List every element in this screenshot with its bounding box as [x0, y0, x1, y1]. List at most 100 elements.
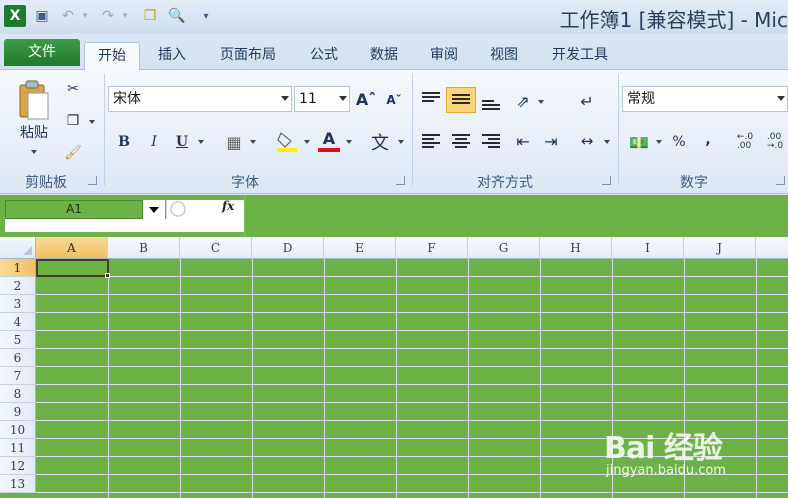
tab-view[interactable]: 视图 [482, 42, 526, 70]
increase-indent-icon[interactable]: ⇥ [540, 130, 562, 152]
row-header-1[interactable]: 1 [0, 259, 36, 277]
column-header-B[interactable]: B [108, 237, 180, 259]
formula-input[interactable] [244, 195, 788, 237]
decrease-indent-icon[interactable]: ⇤ [512, 130, 534, 152]
number-format-select[interactable]: 常规 [622, 86, 788, 112]
chevron-down-icon [281, 96, 289, 101]
row-header-9[interactable]: 9 [0, 403, 36, 421]
cut-icon[interactable]: ✂ [62, 78, 84, 100]
font-color-dropdown-icon[interactable] [346, 140, 352, 144]
paste-dropdown-icon[interactable] [31, 150, 37, 154]
redo-icon[interactable]: ↷ [98, 5, 118, 27]
row-header-6[interactable]: 6 [0, 349, 36, 367]
alignment-group-label: 对齐方式 [477, 175, 533, 191]
merge-dropdown-icon[interactable] [604, 140, 610, 144]
clipboard-launcher-icon[interactable] [88, 176, 97, 185]
tab-home[interactable]: 开始 [84, 42, 140, 71]
column-header-E[interactable]: E [324, 237, 396, 259]
orientation-dropdown-icon[interactable] [538, 100, 544, 104]
font-launcher-icon[interactable] [396, 176, 405, 185]
insert-function-button[interactable]: fx [222, 199, 234, 213]
align-middle-button[interactable] [446, 87, 476, 113]
tab-insert[interactable]: 插入 [150, 42, 194, 70]
alignment-launcher-icon[interactable] [602, 176, 611, 185]
phonetic-dropdown-icon[interactable] [398, 140, 404, 144]
increase-decimal-button[interactable]: ←.0 .00 [732, 130, 758, 154]
cancel-formula-icon[interactable] [169, 200, 187, 218]
tab-page-layout[interactable]: 页面布局 [210, 42, 286, 70]
bold-button[interactable]: B [114, 132, 134, 152]
borders-dropdown-icon[interactable] [250, 140, 256, 144]
borders-icon[interactable]: ▦ [222, 132, 246, 152]
undo-icon[interactable]: ↶ [58, 5, 78, 27]
italic-button[interactable]: I [144, 132, 164, 152]
column-header-C[interactable]: C [180, 237, 252, 259]
tab-data[interactable]: 数据 [362, 42, 406, 70]
fill-color-button[interactable] [274, 128, 300, 154]
font-size-select[interactable]: 11 [294, 86, 350, 112]
underline-dropdown-icon[interactable] [198, 140, 204, 144]
row-header-5[interactable]: 5 [0, 331, 36, 349]
comma-button[interactable]: , [698, 128, 718, 152]
tab-developer[interactable]: 开发工具 [542, 42, 618, 70]
column-header-D[interactable]: D [252, 237, 324, 259]
align-bottom-icon[interactable] [482, 100, 500, 112]
tab-formulas[interactable]: 公式 [302, 42, 346, 70]
format-painter-icon[interactable]: 🖌 [62, 142, 84, 164]
number-group-label: 数字 [680, 175, 708, 191]
column-header-F[interactable]: F [396, 237, 468, 259]
decrease-decimal-button[interactable]: .00 →.0 [762, 130, 788, 154]
redo-dropdown-icon[interactable]: ▾ [120, 5, 130, 27]
align-top-icon[interactable] [422, 92, 440, 104]
grid-hline [36, 294, 788, 295]
row-header-10[interactable]: 10 [0, 421, 36, 439]
undo-dropdown-icon[interactable]: ▾ [80, 5, 90, 27]
paste-button[interactable] [14, 76, 54, 122]
row-header-13[interactable]: 13 [0, 475, 36, 493]
align-center-icon[interactable] [452, 134, 470, 150]
customize-qa-icon[interactable]: ▾ [200, 5, 212, 27]
fill-color-dropdown-icon[interactable] [304, 140, 310, 144]
shrink-font-icon[interactable]: Aˇ [384, 90, 404, 110]
phonetic-guide-icon[interactable]: 文 [366, 128, 394, 156]
number-launcher-icon[interactable] [776, 176, 785, 185]
percent-button[interactable]: % [668, 130, 690, 154]
print-preview-icon[interactable]: 🔍 [166, 5, 188, 27]
tab-file[interactable]: 文件 [4, 39, 80, 66]
font-color-button[interactable]: A [316, 128, 342, 154]
row-header-4[interactable]: 4 [0, 313, 36, 331]
align-right-icon[interactable] [482, 134, 500, 150]
merge-center-icon[interactable]: ↔ [574, 130, 600, 152]
column-header-A[interactable]: A [36, 237, 108, 259]
column-header-I[interactable]: I [612, 237, 684, 259]
copy-sheet-icon[interactable]: ❐ [140, 5, 160, 27]
column-header-G[interactable]: G [468, 237, 540, 259]
name-box-dropdown-icon[interactable] [143, 200, 165, 219]
excel-app-icon[interactable]: X [4, 5, 26, 27]
row-header-7[interactable]: 7 [0, 367, 36, 385]
row-header-8[interactable]: 8 [0, 385, 36, 403]
copy-icon[interactable]: ❐ [62, 110, 84, 132]
tab-review[interactable]: 审阅 [422, 42, 466, 70]
column-header-J[interactable]: J [684, 237, 756, 259]
row-header-3[interactable]: 3 [0, 295, 36, 313]
accounting-format-icon[interactable]: 💵 [626, 130, 652, 154]
paste-label[interactable]: 粘贴 [14, 122, 54, 142]
row-header-12[interactable]: 12 [0, 457, 36, 475]
underline-button[interactable]: U [172, 132, 192, 152]
row-header-11[interactable]: 11 [0, 439, 36, 457]
save-icon[interactable]: ▣ [32, 5, 52, 27]
wrap-text-icon[interactable]: ↵ [574, 88, 600, 114]
copy-dropdown-icon[interactable] [89, 120, 95, 124]
fill-handle[interactable] [105, 273, 110, 278]
accounting-dropdown-icon[interactable] [656, 140, 662, 144]
align-left-icon[interactable] [422, 134, 440, 150]
select-all-button[interactable] [0, 237, 36, 259]
column-header-H[interactable]: H [540, 237, 612, 259]
orientation-icon[interactable]: ⇗ [512, 90, 534, 112]
font-name-select[interactable]: 宋体 [108, 86, 292, 112]
name-box[interactable]: A1 [5, 200, 143, 219]
grow-font-icon[interactable]: Aˆ [356, 88, 376, 110]
row-header-2[interactable]: 2 [0, 277, 36, 295]
active-cell[interactable] [36, 259, 109, 277]
